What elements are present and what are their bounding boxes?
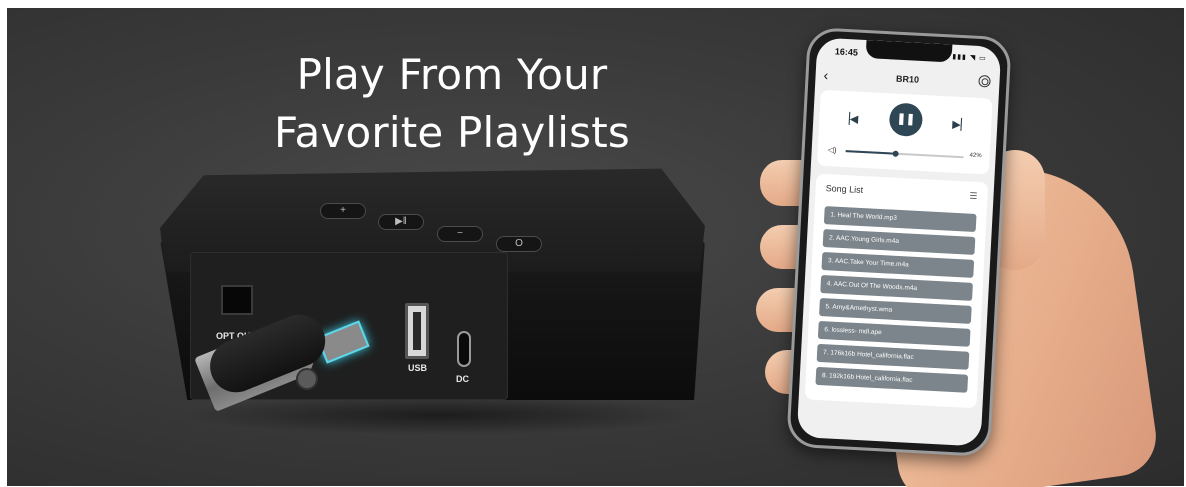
volume-slider-fill: [845, 150, 896, 155]
song-item[interactable]: 1. Heal The World.mp3: [823, 206, 977, 232]
headline-line-2: Favorite Playlists: [274, 108, 630, 157]
song-item[interactable]: 5. Amy&Amethyst.wma: [819, 297, 972, 324]
status-time: 16:45: [834, 46, 859, 58]
song-item[interactable]: 2. AAC.Young Girls.m4a: [822, 229, 976, 255]
optical-port: [221, 285, 253, 315]
pause-button[interactable]: ❚❚: [888, 102, 924, 138]
song-list-card: Song List ☰ 1. Heal The World.mp3 2. AAC…: [804, 173, 989, 409]
headline-line-1: Play From Your: [296, 50, 608, 99]
headline: Play From Your Favorite Playlists: [237, 46, 667, 162]
previous-track-icon[interactable]: ▕◀: [841, 112, 859, 126]
usb-stick-pivot: [296, 368, 318, 390]
song-list-title: Song List: [825, 183, 864, 196]
volume-slider[interactable]: [845, 150, 964, 159]
smartphone: 16:45 ▮▮▮ ◥ ▭ ‹ BR10 ▕◀ ❚❚ ▶▏ ◁) 42% Son…: [786, 26, 1012, 458]
next-track-icon[interactable]: ▶▏: [952, 118, 970, 132]
song-item[interactable]: 3. AAC.Take Your Time.m4a: [821, 252, 975, 278]
status-icons: ▮▮▮ ◥ ▭: [952, 53, 987, 63]
usb-port-label: USB: [408, 363, 428, 373]
song-item[interactable]: 6. lossless- mdl.ape: [817, 320, 971, 347]
dc-port-label: DC: [456, 374, 469, 384]
song-list: 1. Heal The World.mp3 2. AAC.Young Girls…: [815, 206, 977, 398]
dc-port: [457, 331, 471, 367]
list-menu-icon[interactable]: ☰: [969, 191, 978, 202]
volume-slider-handle[interactable]: [892, 150, 899, 157]
player-card: ▕◀ ❚❚ ▶▏ ◁) 42%: [816, 89, 993, 175]
song-item[interactable]: 7. 176k16b Hotel_california.flac: [816, 343, 970, 370]
device-title: BR10: [895, 73, 920, 85]
volume-percent: 42%: [969, 152, 982, 160]
volume-icon: ◁): [827, 145, 837, 155]
device-minus-button[interactable]: −: [437, 226, 483, 242]
usb-port: [405, 303, 429, 359]
phone-screen: 16:45 ▮▮▮ ◥ ▭ ‹ BR10 ▕◀ ❚❚ ▶▏ ◁) 42% Son…: [796, 37, 1002, 447]
phone-notch: [865, 40, 953, 63]
song-item[interactable]: 4. AAC.Out Of The Woods.m4a: [820, 274, 973, 301]
device-power-button[interactable]: O: [496, 236, 542, 252]
song-item[interactable]: 8. 192k16b Hotel_california.flac: [815, 366, 969, 393]
device-plus-button[interactable]: +: [320, 203, 366, 219]
device-play-pause-button[interactable]: ▶‖: [378, 214, 424, 230]
device-shadow: [180, 395, 700, 435]
